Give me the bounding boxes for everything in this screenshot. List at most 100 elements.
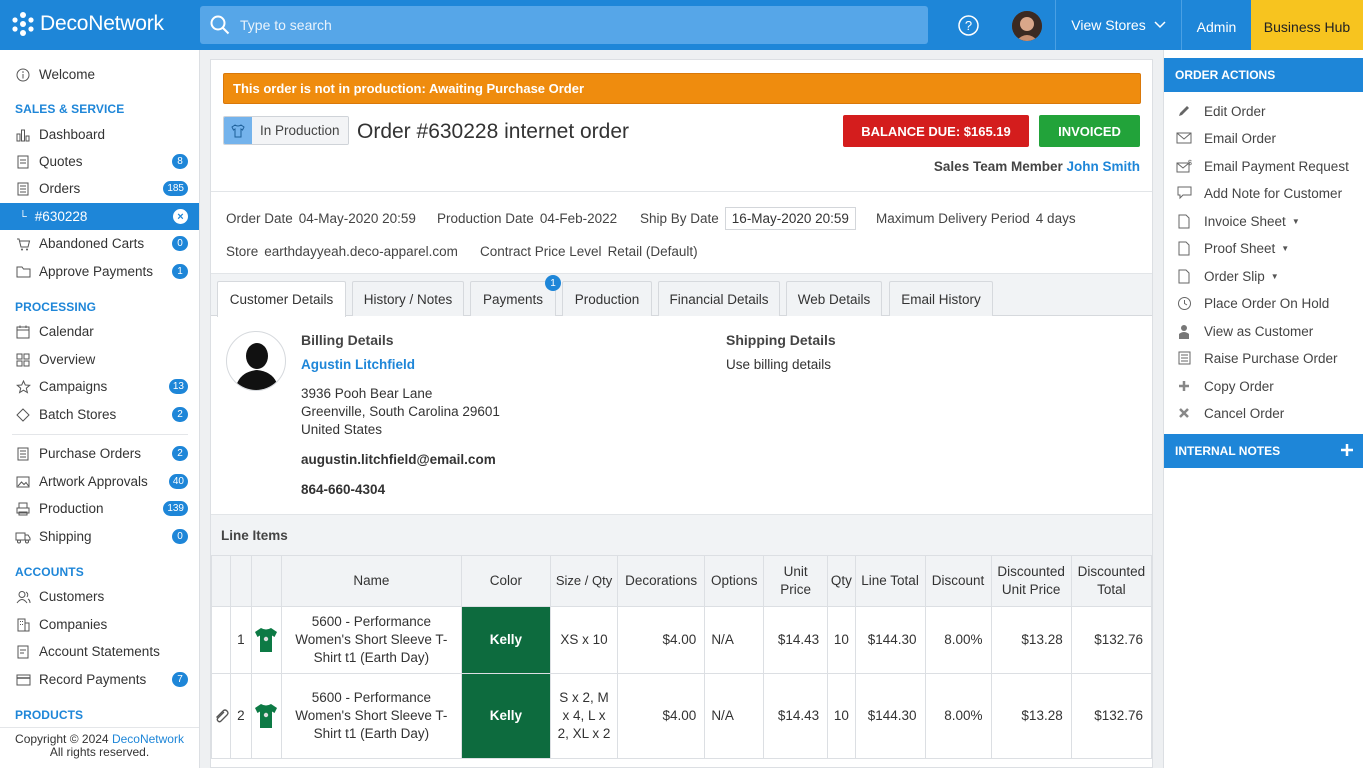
plus-icon	[1176, 378, 1192, 394]
folder-icon	[15, 264, 31, 280]
sidebar-item-shipping[interactable]: Shipping 0	[0, 523, 199, 550]
count-badge: 185	[163, 181, 188, 196]
action-add-note[interactable]: Add Note for Customer	[1176, 183, 1342, 203]
action-email-order[interactable]: Email Order	[1176, 128, 1276, 148]
count-badge: 40	[168, 474, 188, 489]
internal-notes-header: INTERNAL NOTES	[1164, 434, 1363, 468]
balance-due-button[interactable]: BALANCE DUE: $165.19	[843, 115, 1029, 147]
row-index: 1	[230, 606, 252, 674]
view-stores-dropdown[interactable]: View Stores	[1055, 0, 1181, 50]
status-label: In Production	[252, 117, 348, 144]
logo-icon	[12, 12, 34, 36]
sidebar-item-label: Artwork Approvals	[39, 474, 148, 489]
attachment-icon[interactable]	[210, 673, 232, 759]
sales-name-link[interactable]: John Smith	[1067, 159, 1141, 174]
business-hub-link[interactable]: Business Hub	[1251, 0, 1363, 50]
page-title: Order #630228 internet order	[357, 120, 630, 143]
deconetwork-logo[interactable]: DecoNetwork	[10, 11, 164, 37]
sidebar-item-artwork-approvals[interactable]: Artwork Approvals 40	[0, 468, 199, 495]
max-delivery-label: Maximum Delivery Period	[876, 211, 1030, 226]
sidebar-item-current-order[interactable]: └ #630228 ×	[0, 203, 199, 230]
sidebar-item-campaigns[interactable]: Campaigns 13	[0, 373, 199, 400]
sidebar-item-calendar[interactable]: Calendar	[0, 318, 199, 345]
action-label: Email Payment Request	[1204, 158, 1349, 174]
search-bar[interactable]	[200, 6, 928, 44]
header-line-total: Line Total	[854, 555, 926, 607]
ship-by-value[interactable]: 16-May-2020 20:59	[724, 207, 856, 230]
sidebar-item-batch-stores[interactable]: Batch Stores 2	[0, 401, 199, 428]
sidebar-item-label: Abandoned Carts	[39, 236, 145, 251]
item-line-total: $144.30	[854, 606, 926, 674]
search-input[interactable]	[240, 17, 900, 33]
customer-phone: 864-660-4304	[301, 482, 386, 497]
action-invoice-sheet[interactable]: Invoice Sheet ▼	[1176, 211, 1300, 231]
action-place-on-hold[interactable]: Place Order On Hold	[1176, 293, 1329, 313]
action-label: Order Slip	[1204, 268, 1265, 284]
sidebar-item-overview[interactable]: Overview	[0, 346, 199, 373]
action-label: Raise Purchase Order	[1204, 350, 1338, 366]
action-label: Email Order	[1204, 130, 1277, 146]
tab-payments[interactable]: Payments 1	[470, 275, 561, 316]
tab-customer-details[interactable]: Customer Details	[217, 281, 346, 317]
table-row[interactable]: 2 5600 - Performance Women's Short Sleev…	[210, 673, 1153, 759]
action-copy-order[interactable]: Copy Order	[1176, 376, 1274, 396]
sidebar-item-account-statements[interactable]: Account Statements	[0, 638, 199, 665]
header-cell	[210, 555, 232, 607]
invoiced-button[interactable]: INVOICED	[1039, 115, 1140, 147]
action-proof-sheet[interactable]: Proof Sheet ▼	[1176, 238, 1289, 258]
sidebar-item-purchase-orders[interactable]: Purchase Orders 2	[0, 440, 199, 467]
file-icon	[1176, 213, 1192, 229]
sidebar-item-production[interactable]: Production 139	[0, 495, 199, 522]
sidebar-item-label: Purchase Orders	[39, 446, 142, 461]
sidebar-item-companies[interactable]: Companies	[0, 611, 199, 638]
close-order-icon[interactable]: ×	[173, 209, 188, 224]
admin-link[interactable]: Admin	[1181, 0, 1251, 50]
sidebar-item-customers[interactable]: Customers	[0, 583, 199, 610]
action-edit-order[interactable]: Edit Order	[1176, 101, 1266, 121]
sidebar-item-record-payments[interactable]: Record Payments 7	[0, 666, 199, 693]
action-order-slip[interactable]: Order Slip ▼	[1176, 266, 1279, 286]
sidebar-item-label: Customers	[39, 589, 105, 604]
action-cancel-order[interactable]: Cancel Order	[1176, 403, 1284, 423]
customer-name-link[interactable]: Agustin Litchfield	[301, 357, 415, 372]
header-discounted-unit-price: Discounted Unit Price	[990, 555, 1072, 607]
store: Store earthdayyeah.deco-apparel.com	[226, 244, 458, 259]
sidebar-item-approve-payments[interactable]: Approve Payments 1	[0, 258, 199, 285]
action-raise-purchase-order[interactable]: Raise Purchase Order	[1176, 348, 1338, 368]
tab-web-details[interactable]: Web Details	[786, 281, 882, 316]
header-cell	[250, 555, 283, 607]
production-status-tag[interactable]: In Production	[223, 116, 349, 145]
sidebar-item-welcome[interactable]: Welcome	[0, 61, 199, 88]
tab-email-history[interactable]: Email History	[889, 281, 993, 316]
sidebar-item-abandoned-carts[interactable]: Abandoned Carts 0	[0, 230, 199, 257]
tab-financial-details[interactable]: Financial Details	[658, 281, 780, 316]
item-size-qty: XS x 10	[550, 606, 619, 674]
close-icon	[1176, 405, 1192, 421]
product-thumbnail[interactable]	[250, 606, 283, 674]
user-avatar[interactable]	[1012, 11, 1042, 41]
sidebar-item-label: Campaigns	[39, 379, 108, 394]
sidebar-item-dashboard[interactable]: Dashboard	[0, 121, 199, 148]
grid-icon	[15, 352, 31, 368]
sidebar-item-quotes[interactable]: Quotes 8	[0, 148, 199, 175]
deconetwork-link[interactable]: DecoNetwork	[112, 732, 184, 746]
count-badge: 0	[172, 236, 188, 251]
section-products: PRODUCTS	[15, 708, 84, 722]
count-badge: 2	[172, 446, 188, 461]
tab-history-notes[interactable]: History / Notes	[352, 281, 464, 316]
action-email-payment-request[interactable]: $ Email Payment Request	[1176, 156, 1349, 176]
header-name: Name	[281, 555, 462, 607]
help-icon[interactable]: ?	[958, 15, 979, 36]
sidebar-item-orders[interactable]: Orders 185	[0, 175, 199, 202]
action-view-as-customer[interactable]: View as Customer	[1176, 321, 1313, 341]
section-sales-service: SALES & SERVICE	[15, 102, 125, 116]
orders-icon	[15, 181, 31, 197]
tab-production[interactable]: Production	[562, 281, 652, 316]
svg-text:?: ?	[965, 18, 972, 33]
tree-branch-icon: └	[19, 210, 27, 223]
caret-down-icon: ▼	[1281, 243, 1290, 253]
add-note-plus-icon[interactable]	[1340, 443, 1354, 457]
product-thumbnail[interactable]	[250, 673, 283, 759]
table-row[interactable]: 1 5600 - Performance Women's Short Sleev…	[210, 606, 1153, 674]
header-unit-price: Unit Price	[763, 555, 829, 607]
